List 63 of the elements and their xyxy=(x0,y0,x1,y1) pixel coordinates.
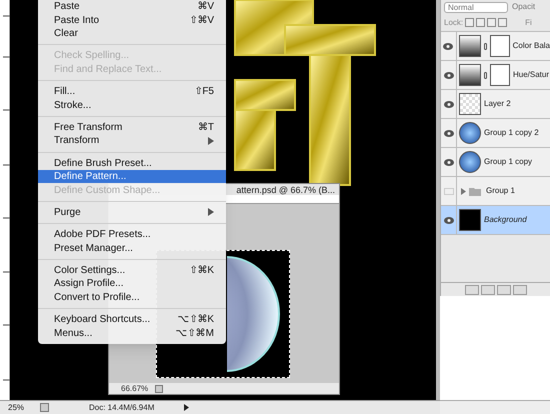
layer-name: Layer 2 xyxy=(484,98,511,110)
eye-icon[interactable] xyxy=(443,42,454,50)
menu-item[interactable]: Adobe PDF Presets... xyxy=(38,228,226,242)
menu-item[interactable]: Paste ⌘V xyxy=(38,0,226,14)
layer-thumbnail xyxy=(458,35,481,57)
eye-icon[interactable] xyxy=(444,216,454,224)
menu-item[interactable]: Preset Manager... xyxy=(38,241,226,255)
horizontal-scrollbar[interactable] xyxy=(440,400,550,414)
folder-icon xyxy=(469,186,481,196)
layer-row[interactable]: Group 1 copy 2 xyxy=(441,119,550,148)
layer-row[interactable]: Hue/Satur xyxy=(441,61,550,90)
layer-name: Group 1 copy 2 xyxy=(484,127,539,139)
eye-icon[interactable] xyxy=(444,100,454,108)
zoom-level: 66.67% xyxy=(120,382,150,394)
layer-name: Hue/Satur xyxy=(513,69,550,81)
menu-item[interactable]: Convert to Profile... xyxy=(38,290,226,304)
layer-name: Background xyxy=(484,214,527,226)
blend-mode-dropdown[interactable]: Normal xyxy=(444,2,508,12)
zoom-level: 25% xyxy=(7,402,26,414)
window-title: attern.psd @ 66.7% (B... xyxy=(236,184,335,194)
menu-item[interactable]: Transform xyxy=(38,134,226,148)
menu-item[interactable]: Keyboard Shortcuts... ⌥⇧⌘K xyxy=(38,313,226,326)
menu-item[interactable]: Menus... ⌥⇧⌘M xyxy=(38,326,226,340)
layer-row[interactable]: Group 1 xyxy=(441,177,550,206)
fill-label: Fi xyxy=(525,16,532,28)
menu-item[interactable]: Fill... ⇧F5 xyxy=(38,84,226,98)
chain-icon xyxy=(484,72,487,78)
menu-item[interactable]: Color Settings... ⇧⌘K xyxy=(38,264,226,278)
menu-item[interactable]: Clear xyxy=(38,26,226,40)
menu-item[interactable]: Assign Profile... xyxy=(38,277,226,291)
menu-item[interactable]: Stroke... xyxy=(38,98,226,112)
layer-row[interactable]: Background xyxy=(441,206,550,235)
opacity-label: Opacit xyxy=(512,1,536,13)
eye-icon[interactable] xyxy=(444,72,454,78)
layer-row[interactable]: Group 1 copy xyxy=(441,148,550,177)
eye-icon[interactable] xyxy=(444,158,454,166)
menu-item[interactable]: Define Pattern... xyxy=(38,170,226,184)
menu-item[interactable]: Purge xyxy=(38,206,226,220)
status-icon xyxy=(155,384,163,392)
menu-item[interactable]: Paste Into ⇧⌘V xyxy=(38,13,226,27)
expand-arrow-icon[interactable] xyxy=(461,188,466,194)
layer-thumbnail xyxy=(459,64,481,86)
layer-name: Group 1 xyxy=(486,185,515,197)
eye-icon[interactable] xyxy=(444,130,454,136)
layer-thumbnail xyxy=(459,209,481,231)
chain-icon xyxy=(484,42,487,50)
status-icon xyxy=(40,403,49,412)
layer-row[interactable]: Layer 2 xyxy=(441,90,550,119)
layer-thumbnail xyxy=(459,93,481,115)
menu-item[interactable]: Define Brush Preset... xyxy=(38,156,226,170)
lock-label: Lock: xyxy=(444,16,464,28)
mask-thumbnail xyxy=(490,35,510,57)
document-size: Doc: 14.4M/6.94M xyxy=(89,402,156,414)
layer-name: Color Bala xyxy=(512,40,550,52)
menu-item[interactable]: Free Transform ⌘T xyxy=(38,120,226,134)
layer-thumbnail xyxy=(459,122,481,144)
vertical-scrollbar[interactable] xyxy=(436,0,440,400)
play-icon xyxy=(184,404,189,411)
mask-thumbnail xyxy=(490,64,510,86)
layer-name: Group 1 copy xyxy=(484,156,532,168)
empty-checkbox-icon[interactable] xyxy=(444,188,454,194)
layer-row[interactable]: Color Bala xyxy=(441,32,550,61)
layer-thumbnail xyxy=(459,151,481,173)
